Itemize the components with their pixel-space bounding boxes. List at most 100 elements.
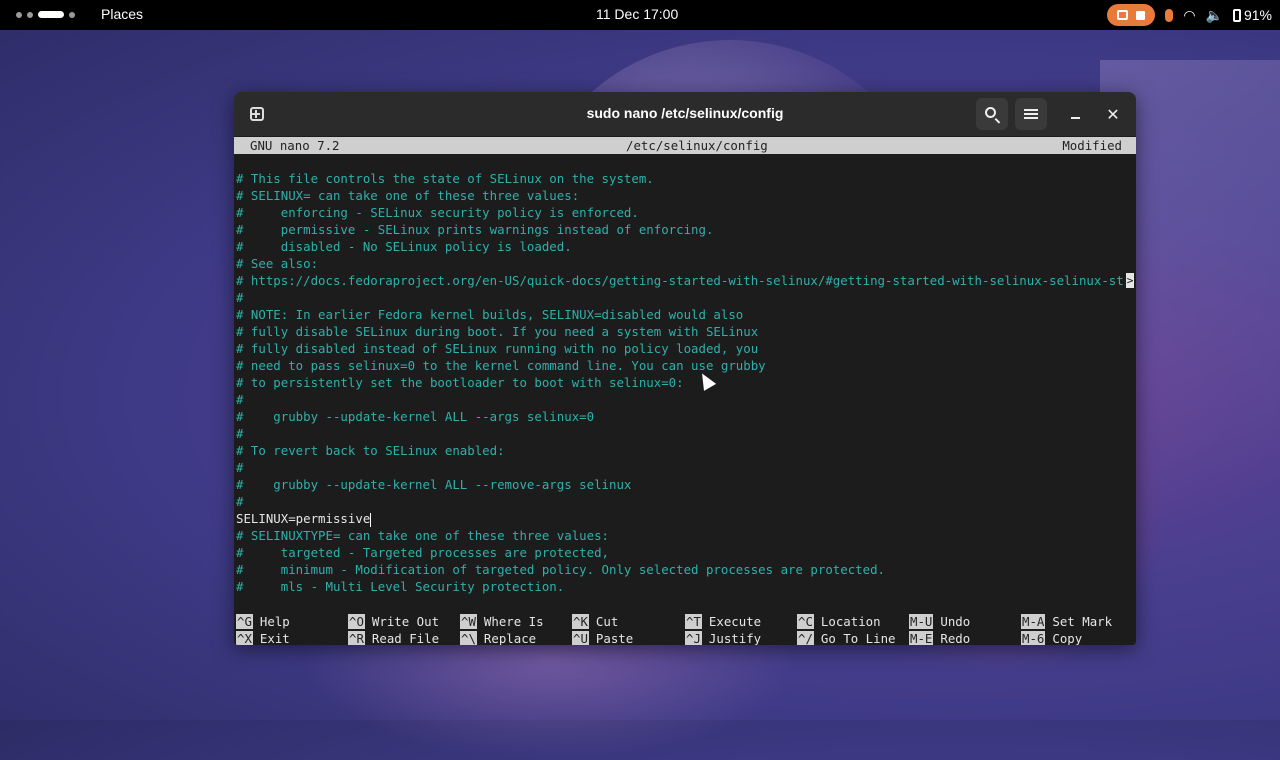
shortcut-go-to-line[interactable]: ^/ Go To Line bbox=[797, 630, 896, 645]
editor-line[interactable]: # mls - Multi Level Security protection. bbox=[236, 579, 564, 596]
shortcut-write-out[interactable]: ^O Write Out bbox=[348, 613, 439, 630]
search-button[interactable] bbox=[976, 98, 1008, 130]
shortcut-execute[interactable]: ^T Execute bbox=[685, 613, 761, 630]
shortcut-label: Location bbox=[820, 614, 881, 629]
workspace-dot[interactable] bbox=[27, 11, 33, 18]
text-cursor bbox=[370, 512, 372, 527]
shortcut-replace[interactable]: ^\ Replace bbox=[460, 630, 536, 645]
volume-icon: 🔈 bbox=[1205, 6, 1223, 23]
editor-line[interactable]: # minimum - Modification of targeted pol… bbox=[236, 562, 885, 579]
editor-line[interactable]: # See also: bbox=[236, 256, 318, 273]
shortcut-key: ^J bbox=[685, 631, 702, 645]
shortcut-label: Cut bbox=[595, 614, 619, 629]
editor-line[interactable]: # grubby --update-kernel ALL --args seli… bbox=[236, 409, 594, 426]
editor-line[interactable]: # bbox=[236, 460, 243, 477]
editor-line[interactable]: # fully disabled instead of SELinux runn… bbox=[236, 341, 758, 358]
editor-line[interactable]: # bbox=[236, 290, 243, 307]
top-bar: Places 11 Dec 17:00 ◠ 🔈 91% bbox=[0, 0, 1280, 30]
editor-line[interactable]: # SELINUX= can take one of these three v… bbox=[236, 188, 579, 205]
shortcut-label: Paste bbox=[595, 631, 634, 645]
editor-line[interactable]: # This file controls the state of SELinu… bbox=[236, 171, 654, 188]
nano-filename: /etc/selinux/config bbox=[626, 138, 768, 153]
clock[interactable]: 11 Dec 17:00 bbox=[596, 6, 678, 22]
editor-line[interactable]: # enforcing - SELinux security policy is… bbox=[236, 205, 639, 222]
shortcut-label: Execute bbox=[708, 614, 762, 629]
system-tray[interactable]: ◠ 🔈 91% bbox=[1107, 4, 1272, 26]
screen-recorder-icon[interactable] bbox=[1107, 4, 1156, 26]
shortcut-key: ^O bbox=[348, 614, 365, 629]
minimize-icon bbox=[1070, 117, 1080, 119]
hamburger-menu-icon bbox=[1024, 109, 1038, 119]
editor-line[interactable]: # To revert back to SELinux enabled: bbox=[236, 443, 505, 460]
shortcut-label: Help bbox=[259, 614, 290, 629]
shortcut-key: ^C bbox=[797, 614, 814, 629]
shortcut-key: ^T bbox=[685, 614, 702, 629]
close-button[interactable]: ✕ bbox=[1097, 98, 1129, 130]
editor-line[interactable]: # grubby --update-kernel ALL --remove-ar… bbox=[236, 477, 631, 494]
shortcut-redo[interactable]: M-E Redo bbox=[909, 630, 970, 645]
shortcut-key: M-U bbox=[909, 614, 934, 629]
shortcut-label: Read File bbox=[371, 631, 440, 645]
minimize-button[interactable] bbox=[1059, 98, 1091, 130]
places-menu[interactable]: Places bbox=[101, 6, 143, 22]
editor-line[interactable]: # disabled - No SELinux policy is loaded… bbox=[236, 239, 572, 256]
selinux-setting[interactable]: SELINUX=permissive bbox=[236, 511, 370, 526]
menu-button[interactable] bbox=[1015, 98, 1047, 130]
editor-line[interactable]: # bbox=[236, 494, 243, 511]
nano-header: GNU nano 7.2 /etc/selinux/config Modifie… bbox=[234, 137, 1136, 154]
workspace-dot[interactable] bbox=[16, 11, 22, 18]
editor-line[interactable]: # targeted - Targeted processes are prot… bbox=[236, 545, 609, 562]
shortcut-label: Copy bbox=[1052, 631, 1083, 645]
shortcut-justify[interactable]: ^J Justify bbox=[685, 630, 761, 645]
nano-version: GNU nano 7.2 bbox=[250, 138, 340, 153]
shortcut-undo[interactable]: M-U Undo bbox=[909, 613, 970, 630]
shortcut-exit[interactable]: ^X Exit bbox=[236, 630, 290, 645]
wifi-icon: ◠ bbox=[1183, 6, 1196, 23]
editor-line[interactable]: # SELINUXTYPE= can take one of these thr… bbox=[236, 528, 609, 545]
shortcut-label: Undo bbox=[940, 614, 971, 629]
microphone-icon bbox=[1165, 8, 1174, 22]
editor-line[interactable]: # to persistently set the bootloader to … bbox=[236, 375, 684, 392]
shortcut-key: ^/ bbox=[797, 631, 814, 645]
shortcut-label: Write Out bbox=[371, 614, 440, 629]
shortcut-key: M-E bbox=[909, 631, 934, 645]
shortcut-paste[interactable]: ^U Paste bbox=[572, 630, 633, 645]
workspace-dot[interactable] bbox=[69, 11, 75, 18]
editor-line[interactable]: # need to pass selinux=0 to the kernel c… bbox=[236, 358, 766, 375]
nano-status: Modified bbox=[1062, 138, 1122, 153]
workspace-indicator[interactable] bbox=[16, 11, 75, 18]
active-workspace-pill[interactable] bbox=[38, 11, 64, 18]
shortcut-key: ^X bbox=[236, 631, 253, 645]
editor-line[interactable]: # bbox=[236, 426, 243, 443]
shortcut-cut[interactable]: ^K Cut bbox=[572, 613, 618, 630]
shortcut-key: M-A bbox=[1021, 614, 1046, 629]
shortcut-location[interactable]: ^C Location bbox=[797, 613, 881, 630]
shortcut-label: Replace bbox=[483, 631, 537, 645]
shortcut-label: Where Is bbox=[483, 614, 544, 629]
battery-icon bbox=[1232, 8, 1241, 22]
shortcut-help[interactable]: ^G Help bbox=[236, 613, 290, 630]
shortcut-read-file[interactable]: ^R Read File bbox=[348, 630, 439, 645]
shortcut-label: Set Mark bbox=[1052, 614, 1113, 629]
terminal-content[interactable]: GNU nano 7.2 /etc/selinux/config Modifie… bbox=[234, 136, 1136, 645]
shortcut-key: M-6 bbox=[1021, 631, 1046, 645]
close-icon: ✕ bbox=[1106, 104, 1120, 124]
title-bar[interactable]: sudo nano /etc/selinux/config ✕ bbox=[234, 92, 1136, 136]
shortcut-key: ^G bbox=[236, 614, 253, 629]
shortcut-where-is[interactable]: ^W Where Is bbox=[460, 613, 544, 630]
battery-indicator: 91% bbox=[1232, 7, 1272, 23]
editor-line[interactable]: # bbox=[236, 392, 243, 409]
editor-line[interactable]: # permissive - SELinux prints warnings i… bbox=[236, 222, 713, 239]
editor-line[interactable]: # https://docs.fedoraproject.org/en-US/q… bbox=[236, 273, 1124, 290]
shortcut-set-mark[interactable]: M-A Set Mark bbox=[1021, 613, 1112, 630]
editor-line-active[interactable]: SELINUX=permissive bbox=[236, 511, 372, 528]
terminal-window: sudo nano /etc/selinux/config ✕ GNU nano… bbox=[234, 92, 1136, 645]
line-overflow-marker: > bbox=[1126, 273, 1134, 288]
shortcut-label: Go To Line bbox=[820, 631, 896, 645]
editor-line[interactable]: # NOTE: In earlier Fedora kernel builds,… bbox=[236, 307, 743, 324]
editor-line[interactable]: # fully disable SELinux during boot. If … bbox=[236, 324, 758, 341]
shortcut-copy[interactable]: M-6 Copy bbox=[1021, 630, 1082, 645]
shortcut-label: Exit bbox=[259, 631, 290, 645]
search-icon bbox=[984, 106, 996, 118]
shortcut-key: ^W bbox=[460, 614, 477, 629]
